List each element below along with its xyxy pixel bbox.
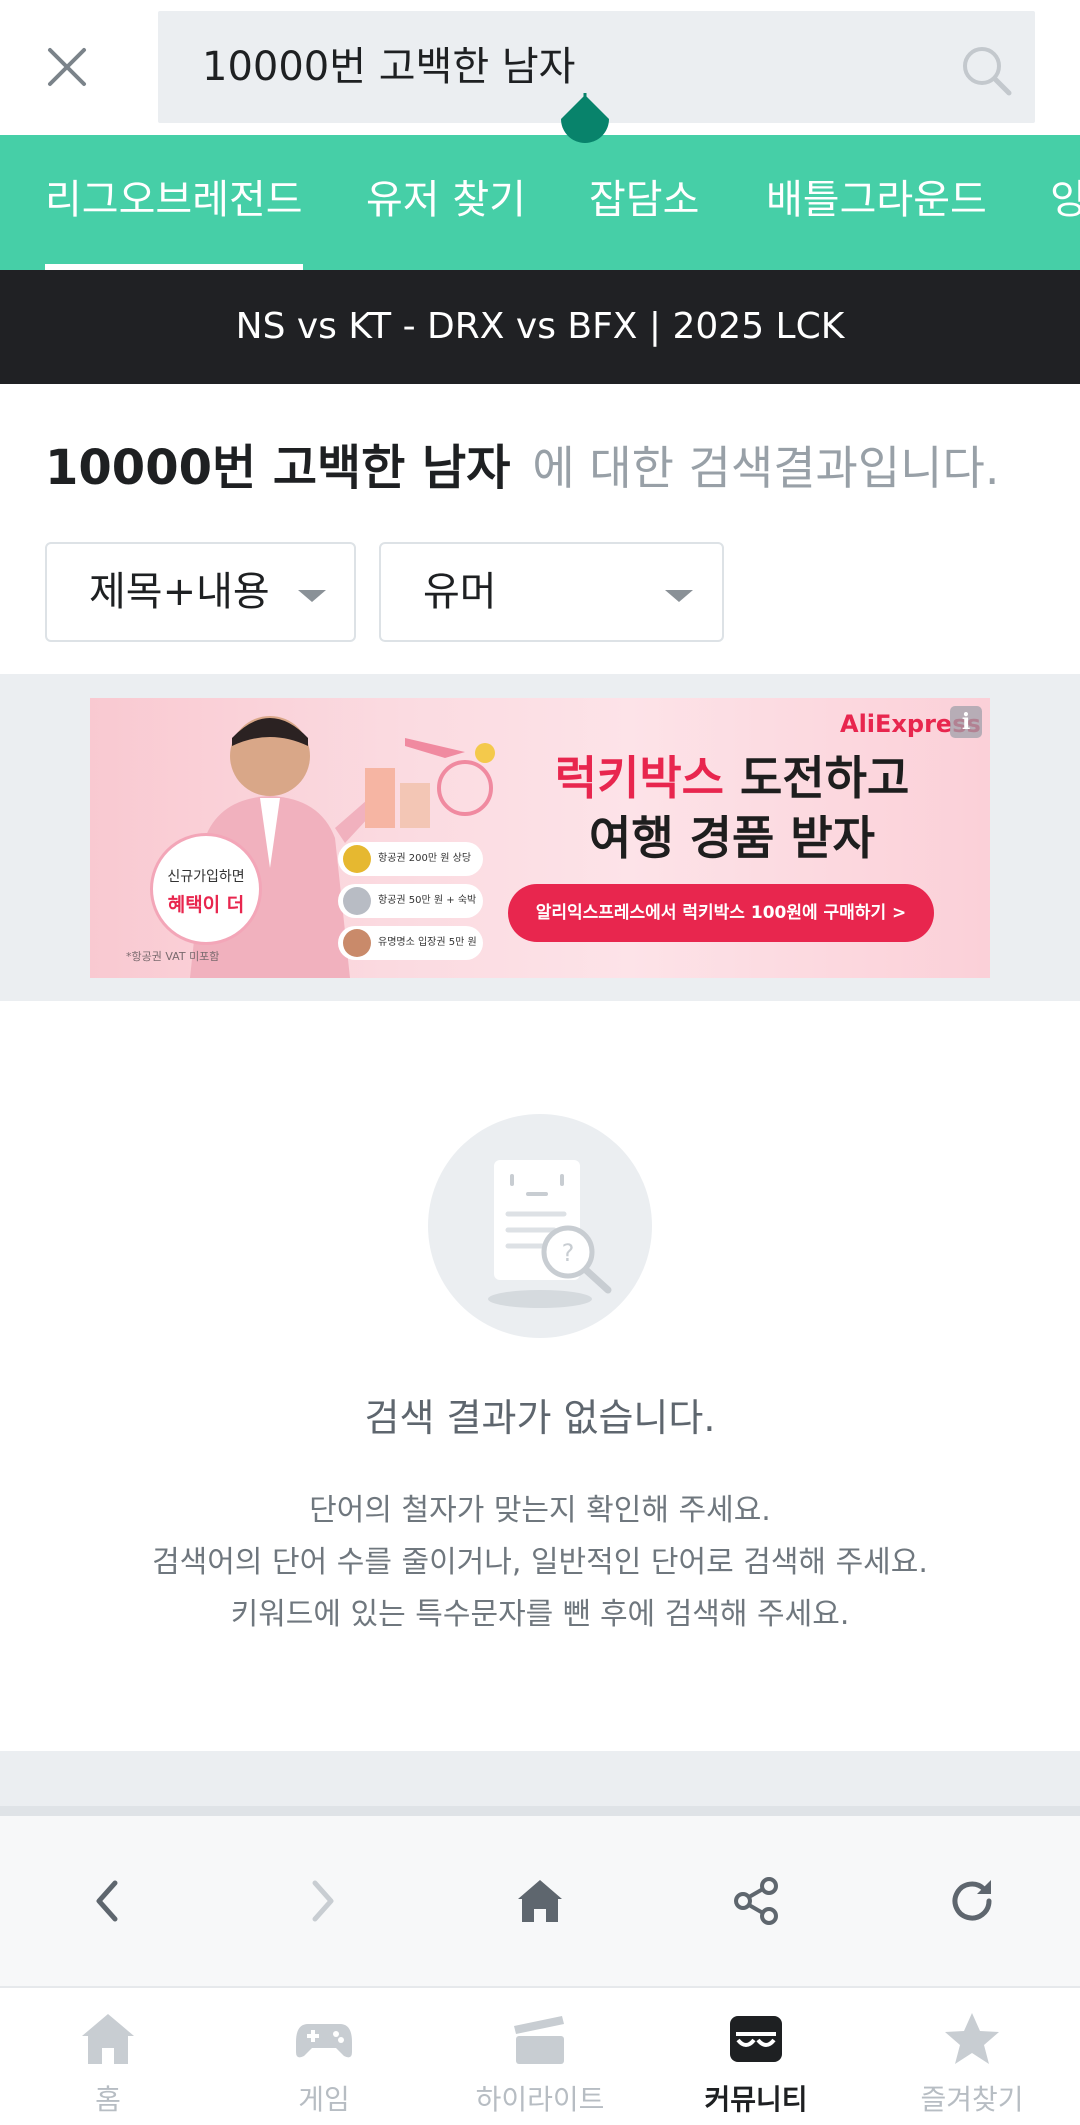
ad-prize-text: 유명명소 입장권 5만 원 [378, 937, 477, 948]
tab-label: 유저 찾기 [366, 177, 526, 223]
tab-lol[interactable]: 리그오브레전드 [45, 135, 303, 270]
search-icon[interactable] [959, 43, 1013, 97]
back-icon [96, 1880, 118, 1922]
forward-button[interactable] [288, 1866, 358, 1936]
community-tabs: 리그오브레전드 유저 찾기 잡담소 배틀그라운드 잉 [0, 135, 1080, 270]
home-button[interactable] [505, 1866, 575, 1936]
tab-find-user[interactable]: 유저 찾기 [366, 135, 526, 270]
ad-prize-text: 항공권 200만 원 상당 [378, 853, 472, 864]
silver-medal-icon [343, 887, 371, 915]
bottom-tab-bar: 홈 게임 하이라이트 커뮤니티 즐겨찾기 [0, 1986, 1080, 2125]
back-button[interactable] [72, 1866, 142, 1936]
ad-headline: 럭키박스 도전하고 여행 경품 받자 [522, 748, 942, 868]
bottom-tab-community[interactable]: 커뮤니티 [648, 1988, 864, 2125]
tab-label: 잉 [1050, 177, 1080, 223]
community-icon [730, 2016, 782, 2062]
clapperboard-icon [514, 2016, 564, 2064]
empty-tip: 단어의 철자가 맞는지 확인해 주세요. [309, 1493, 771, 1528]
svg-text:?: ? [562, 1239, 575, 1267]
tab-label: 리그오브레전드 [45, 177, 303, 223]
result-suffix: 에 대한 검색결과입니다. [532, 441, 1000, 495]
gold-medal-icon [343, 845, 371, 873]
bottom-tab-label: 커뮤니티 [704, 2083, 808, 2116]
bottom-tab-favorites[interactable]: 즐겨찾기 [864, 1988, 1080, 2125]
ad-area: 신규가입하면 혜택이 더 *항공권 VAT 미포함 항공권 200만 원 상당 … [0, 674, 1080, 1001]
tab-label: 잡담소 [589, 177, 700, 223]
home-icon [82, 2014, 134, 2064]
chevron-down-icon [665, 590, 693, 602]
text-cursor-handle-icon[interactable] [557, 93, 613, 163]
empty-tips: 단어의 철자가 맞는지 확인해 주세요. 검색어의 단어 수를 줄이거나, 일반… [0, 1485, 1080, 1641]
scope-select-value: 제목+내용 [89, 569, 270, 615]
empty-tip: 키워드에 있는 특수문자를 뺀 후에 검색해 주세요. [230, 1597, 850, 1632]
scope-select[interactable]: 제목+내용 [45, 542, 356, 642]
empty-title: 검색 결과가 없습니다. [364, 1396, 716, 1440]
home-icon [518, 1880, 562, 1922]
tab-more[interactable]: 잉 [1050, 135, 1080, 270]
no-results-document-icon: ? [428, 1114, 652, 1338]
bottom-tab-label: 홈 [95, 2083, 121, 2116]
gamepad-icon [296, 2024, 352, 2058]
ad-badge: 신규가입하면 혜택이 더 [150, 833, 262, 945]
star-icon [945, 2013, 999, 2064]
share-button[interactable] [721, 1866, 791, 1936]
ad-badge-line1: 신규가입하면 [167, 869, 245, 885]
ad-headline-line1-rest: 도전하고 [723, 751, 910, 805]
bottom-tab-label: 즐겨찾기 [920, 2083, 1024, 2116]
refresh-icon [952, 1880, 992, 1921]
close-icon [48, 48, 86, 86]
divider-line [0, 1806, 1080, 1816]
browser-nav [0, 1816, 1080, 1986]
ad-prize-2: 항공권 50만 원 + 숙박권 10만 원 [338, 884, 483, 940]
chevron-down-icon [298, 590, 326, 602]
ad-banner[interactable]: 신규가입하면 혜택이 더 *항공권 VAT 미포함 항공권 200만 원 상당 … [90, 698, 990, 978]
ad-badge-line2: 혜택이 더 [167, 894, 245, 916]
search-header [0, 0, 1080, 135]
match-banner-text: NS vs KT - DRX vs BFX | 2025 LCK [235, 306, 845, 347]
category-select[interactable]: 유머 [379, 542, 724, 642]
ad-cta-button[interactable]: 알리익스프레스에서 럭키박스 100원에 구매하기 > [508, 884, 934, 942]
bronze-medal-icon [343, 929, 371, 957]
bottom-tab-game[interactable]: 게임 [216, 1988, 432, 2125]
ad-prize-3: 유명명소 입장권 5만 원 [338, 926, 483, 960]
share-icon [734, 1877, 778, 1925]
ad-headline-highlight: 럭키박스 [554, 751, 724, 805]
forward-icon [312, 1880, 334, 1922]
bottom-tab-label: 하이라이트 [475, 2083, 605, 2116]
refresh-button[interactable] [937, 1866, 1007, 1936]
bottom-tab-home[interactable]: 홈 [0, 1988, 216, 2125]
ad-headline-line2: 여행 경품 받자 [589, 811, 875, 865]
bottom-tab-label: 게임 [298, 2083, 350, 2116]
ad-info-icon[interactable]: i [950, 706, 982, 738]
result-keyword: 10000번 고백한 남자 [45, 440, 511, 496]
result-title: 10000번 고백한 남자 에 대한 검색결과입니다. [45, 428, 999, 498]
ad-prize-1: 항공권 200만 원 상당 [338, 842, 483, 876]
category-select-value: 유머 [423, 569, 497, 615]
section-divider [0, 1751, 1080, 1807]
bottom-tab-highlight[interactable]: 하이라이트 [432, 1988, 648, 2125]
ad-buildings-image [365, 738, 495, 828]
empty-tip: 검색어의 단어 수를 줄이거나, 일반적인 단어로 검색해 주세요. [152, 1545, 928, 1580]
close-button[interactable] [38, 38, 96, 96]
match-banner[interactable]: NS vs KT - DRX vs BFX | 2025 LCK [0, 270, 1080, 384]
ad-note: *항공권 VAT 미포함 [126, 950, 220, 963]
tab-label: 배틀그라운드 [766, 177, 987, 223]
empty-state: ? 검색 결과가 없습니다. 단어의 철자가 맞는지 확인해 주세요. 검색어의… [0, 1001, 1080, 1751]
tab-battleground[interactable]: 배틀그라운드 [766, 135, 987, 270]
